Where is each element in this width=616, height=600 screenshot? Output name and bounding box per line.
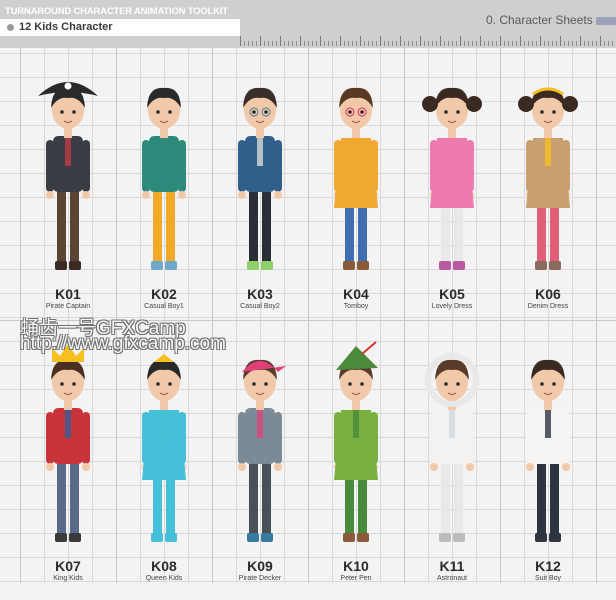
character-name: Suit Boy [534, 575, 562, 582]
character-card: K08 Queen Kids [116, 330, 212, 600]
character-code: K06 [535, 286, 561, 302]
subtitle-tab: 12 Kids Character [0, 19, 240, 36]
character-card: K05 Lovely Dress [404, 58, 500, 328]
character-code: K01 [55, 286, 81, 302]
character-name: Pirate Decker [238, 575, 282, 582]
character-code: K04 [343, 286, 369, 302]
character-figure [518, 87, 578, 270]
character-card: K06 Denim Dress [500, 58, 596, 328]
character-card: K02 Casual Boy1 [116, 58, 212, 328]
character-name: King Kids [53, 575, 83, 582]
character-code: K08 [151, 558, 177, 574]
character-card: K04 Tomboy [308, 58, 404, 328]
character-figure [334, 341, 378, 542]
toolkit-title: TURNAROUND CHARACTER ANIMATION TOOLKIT [5, 6, 228, 17]
sheet-label: 0. Character Sheets [486, 13, 593, 27]
character-card: K01 Pirate Captain [20, 58, 116, 328]
column-divider [596, 48, 597, 583]
character-figure [334, 87, 378, 270]
character-figure [422, 87, 482, 270]
character-card: K11 Astronaut [404, 330, 500, 600]
character-card: K03 Casual Boy2 [212, 58, 308, 328]
character-figure [46, 344, 90, 542]
character-name: Tomboy [343, 303, 369, 310]
character-card: K09 Pirate Decker [212, 330, 308, 600]
character-code: K05 [439, 286, 465, 302]
character-code: K03 [247, 286, 273, 302]
sheet-color-swatch [596, 17, 616, 25]
character-name: Pirate Captain [45, 303, 91, 310]
character-figure [142, 87, 186, 270]
character-figure [38, 82, 98, 270]
character-name: Astronaut [437, 575, 467, 582]
character-name: Denim Dress [527, 303, 569, 310]
character-card: K12 Suit Boy [500, 330, 596, 600]
character-name: Casual Boy1 [144, 303, 184, 310]
character-card: K07 King Kids [20, 330, 116, 600]
character-figure [425, 353, 479, 542]
character-name: Lovely Dress [431, 303, 473, 310]
character-code: K07 [55, 558, 81, 574]
subtitle-label: 12 Kids Character [19, 21, 113, 33]
character-figure [238, 359, 286, 542]
character-figure [142, 354, 186, 542]
ruler-major-ticks [240, 36, 616, 46]
bullet-icon [7, 24, 14, 31]
character-code: K11 [439, 558, 465, 574]
character-code: K02 [151, 286, 177, 302]
character-name: Casual Boy2 [240, 303, 280, 310]
header-bar: TURNAROUND CHARACTER ANIMATION TOOLKIT 1… [0, 0, 616, 48]
character-code: K12 [535, 558, 561, 574]
character-figure [526, 359, 570, 542]
character-code: K10 [343, 558, 369, 574]
character-figure [238, 87, 282, 270]
character-code: K09 [247, 558, 273, 574]
watermark-line2: http://www.gfxcamp.com [20, 333, 226, 354]
character-name: Queen Kids [145, 575, 183, 582]
character-card: K10 Peter Pen [308, 330, 404, 600]
character-name: Peter Pen [340, 575, 372, 582]
